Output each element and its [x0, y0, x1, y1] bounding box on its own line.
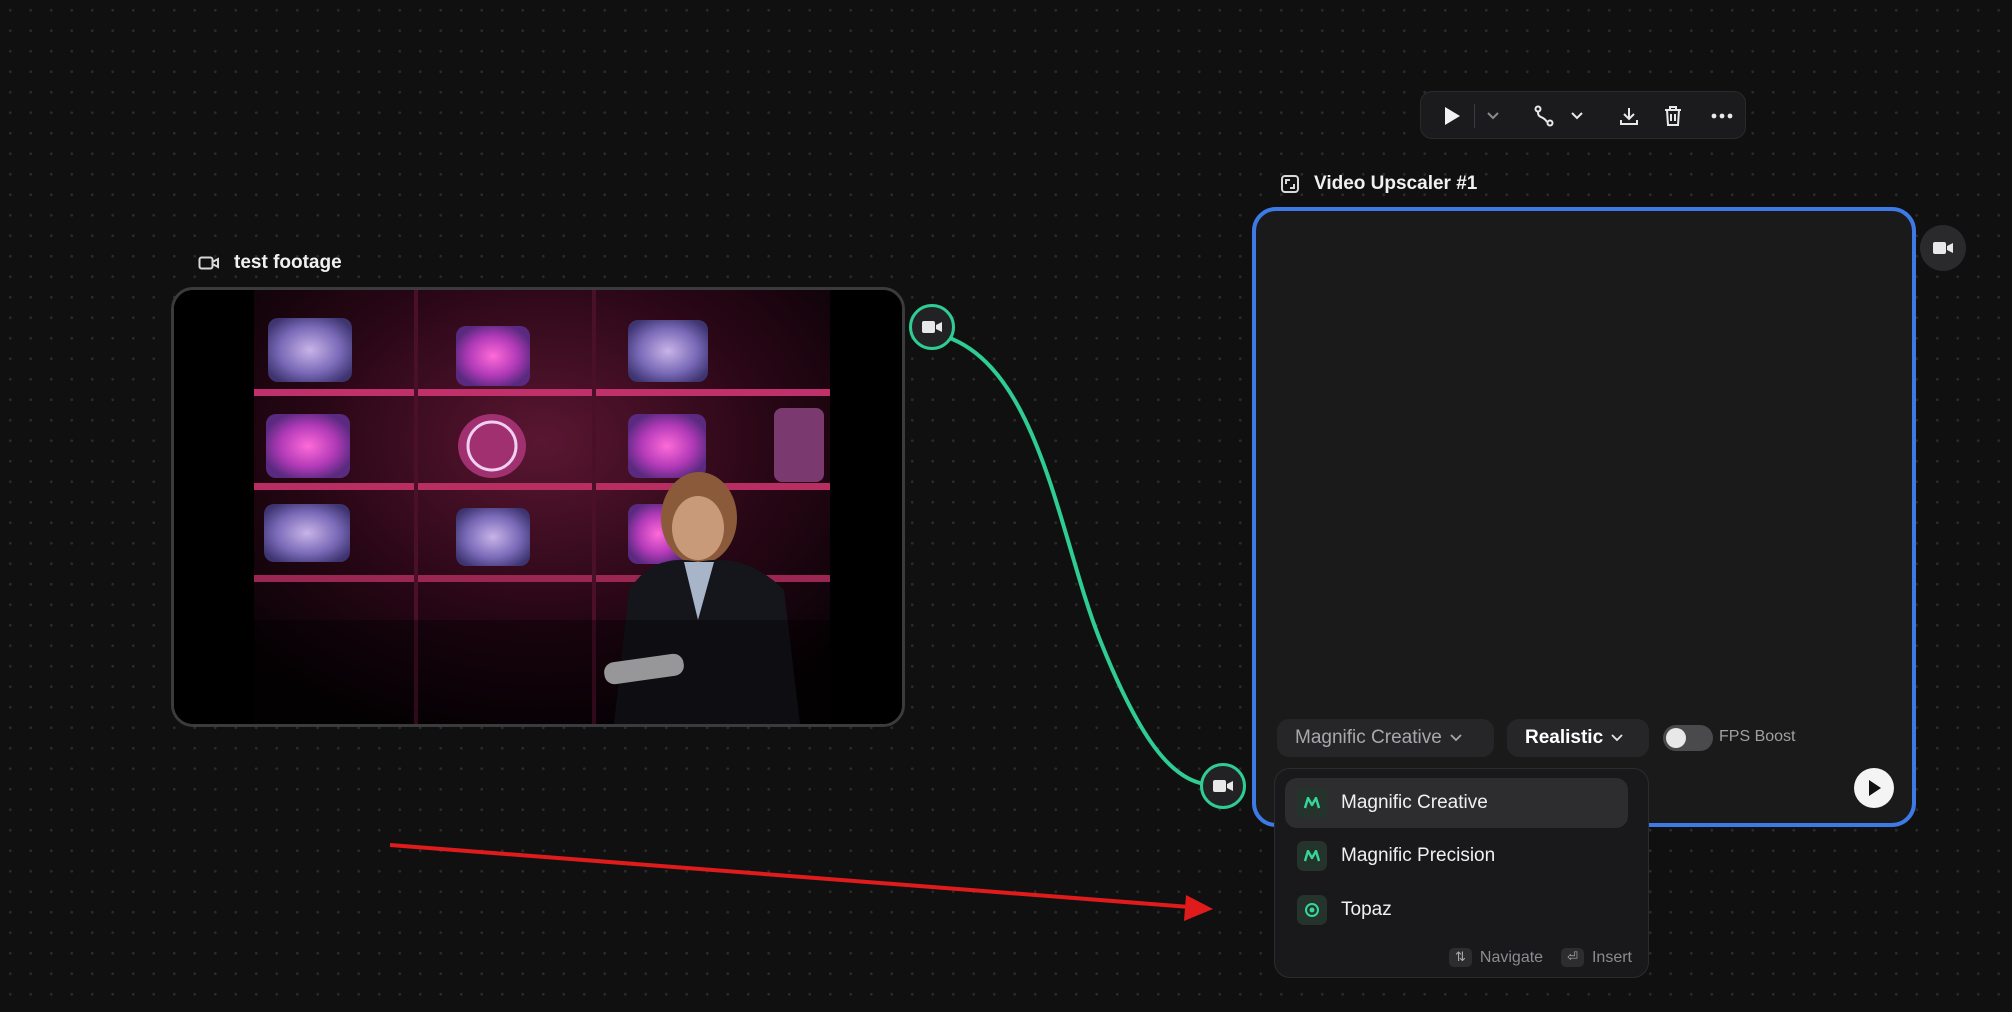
connect-options-button[interactable] [1563, 102, 1591, 130]
run-node-button[interactable] [1854, 768, 1894, 808]
play-icon [1445, 107, 1460, 125]
toggle-knob [1666, 728, 1686, 748]
insert-hint: Insert [1591, 948, 1632, 966]
dropdown-item-topaz[interactable]: Topaz [1285, 885, 1628, 935]
dropdown-footer: ⇅ Navigate ⏎ Insert [1449, 948, 1632, 967]
connection-edge[interactable] [945, 335, 1202, 785]
upscaler-input-port[interactable] [1200, 763, 1246, 809]
connector-icon [1534, 105, 1554, 127]
model-select[interactable]: Magnific Creative [1277, 719, 1494, 757]
play-icon [1869, 780, 1881, 796]
source-video-node[interactable] [171, 287, 905, 727]
topaz-icon [1297, 895, 1327, 925]
chevron-down-icon [1611, 734, 1623, 742]
dropdown-item-label: Magnific Creative [1341, 792, 1488, 813]
dropdown-item-label: Magnific Precision [1341, 845, 1496, 866]
fps-boost-toggle[interactable] [1663, 725, 1713, 751]
download-button[interactable] [1614, 102, 1644, 130]
more-icon [1711, 113, 1733, 119]
upscaler-node-title-text: Video Upscaler #1 [1314, 173, 1478, 194]
magnific-icon [1297, 788, 1327, 818]
node-toolbar [1420, 91, 1746, 139]
insert-key: ⏎ [1561, 948, 1584, 967]
dropdown-item-magnific-precision[interactable]: Magnific Precision [1285, 831, 1628, 881]
video-port-icon [922, 321, 942, 333]
magnific-icon [1297, 841, 1327, 871]
delete-button[interactable] [1658, 102, 1688, 130]
style-select[interactable]: Realistic [1507, 719, 1649, 757]
run-button[interactable] [1437, 102, 1467, 130]
chevron-down-icon [1571, 112, 1583, 120]
source-output-port[interactable] [909, 304, 955, 350]
more-button[interactable] [1707, 102, 1737, 130]
run-options-button[interactable] [1479, 102, 1507, 130]
style-select-label: Realistic [1525, 727, 1604, 748]
chevron-down-icon [1450, 734, 1462, 742]
annotation-arrow-head [1184, 895, 1213, 921]
navigate-hint: Navigate [1479, 948, 1544, 966]
download-icon [1620, 108, 1638, 125]
dropdown-item-label: Topaz [1341, 899, 1392, 920]
chevron-down-icon [1487, 112, 1499, 120]
upscaler-output-port[interactable] [1920, 225, 1966, 271]
video-port-icon [1213, 780, 1233, 792]
video-camera-icon [198, 256, 219, 270]
model-dropdown-menu: Magnific Creative Magnific Precision Top… [1274, 768, 1649, 978]
video-port-icon [1933, 242, 1953, 254]
source-node-title-text: test footage [234, 252, 342, 273]
upscaler-node-title: Video Upscaler #1 [1280, 173, 1477, 195]
video-preview [174, 290, 902, 724]
dropdown-item-magnific-creative[interactable]: Magnific Creative [1285, 778, 1628, 828]
video-upscaler-node[interactable]: Magnific Creative Realistic FPS Boost [1252, 207, 1916, 827]
annotation-arrow [389, 843, 1191, 909]
connect-button[interactable] [1529, 102, 1559, 130]
trash-icon [1665, 106, 1681, 126]
model-select-label: Magnific Creative [1295, 727, 1442, 748]
navigate-key: ⇅ [1449, 948, 1472, 967]
source-node-title: test footage [198, 252, 342, 274]
upscale-icon [1281, 175, 1299, 193]
fps-boost-label: FPS Boost [1719, 728, 1796, 745]
